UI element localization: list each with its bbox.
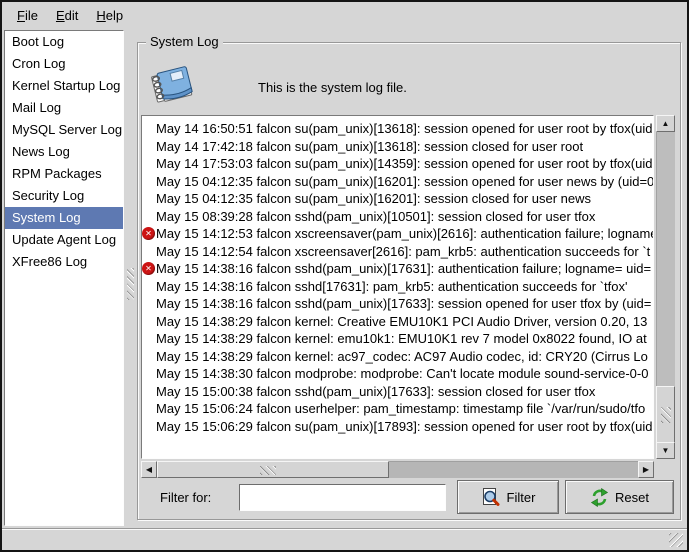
- resize-grip-icon[interactable]: [669, 533, 683, 547]
- sidebar-item-rpm-packages[interactable]: RPM Packages: [5, 163, 123, 185]
- sidebar-item-xfree86-log[interactable]: XFree86 Log: [5, 251, 123, 273]
- horizontal-scrollbar[interactable]: ◀ ▶: [141, 461, 654, 478]
- log-line: May 15 14:38:16 falcon sshd(pam_unix)[17…: [142, 295, 653, 313]
- log-line-text: May 15 15:06:29 falcon su(pam_unix)[1789…: [156, 419, 654, 434]
- filter-button-label: Filter: [507, 490, 536, 505]
- log-line-text: May 15 14:38:29 falcon kernel: Creative …: [156, 314, 647, 329]
- reset-button[interactable]: Reset: [565, 480, 674, 514]
- splitter-grip-icon: [127, 268, 134, 300]
- log-type-list[interactable]: Boot LogCron LogKernel Startup LogMail L…: [4, 30, 124, 526]
- log-line-text: May 15 14:12:53 falcon xscreensaver(pam_…: [156, 226, 654, 241]
- log-line-text: May 15 15:00:38 falcon sshd(pam_unix)[17…: [156, 384, 595, 399]
- magnifier-document-icon: [481, 487, 501, 507]
- sidebar-item-boot-log[interactable]: Boot Log: [5, 31, 123, 53]
- error-icon: ✕: [142, 227, 155, 240]
- log-line-text: May 14 16:50:51 falcon su(pam_unix)[1361…: [156, 121, 654, 136]
- reset-button-label: Reset: [615, 490, 649, 505]
- thumb-grip-icon: [661, 407, 671, 423]
- log-line: May 15 15:06:29 falcon su(pam_unix)[1789…: [142, 418, 653, 436]
- sidebar-item-system-log[interactable]: System Log: [5, 207, 123, 229]
- log-line-text: May 15 08:39:28 falcon sshd(pam_unix)[10…: [156, 209, 595, 224]
- log-line-text: May 15 14:38:29 falcon kernel: ac97_code…: [156, 349, 648, 364]
- log-line: May 14 17:42:18 falcon su(pam_unix)[1361…: [142, 138, 653, 156]
- menu-file[interactable]: File: [8, 5, 47, 26]
- log-viewer-window: File Edit Help Boot LogCron LogKernel St…: [0, 0, 689, 552]
- filter-label: Filter for:: [160, 490, 211, 505]
- log-line-text: May 14 17:53:03 falcon su(pam_unix)[1435…: [156, 156, 654, 171]
- vertical-scroll-thumb[interactable]: [656, 386, 675, 443]
- menu-edit[interactable]: Edit: [47, 5, 87, 26]
- sidebar-item-mysql-server-log[interactable]: MySQL Server Log: [5, 119, 123, 141]
- menubar: File Edit Help: [2, 2, 687, 29]
- sidebar-item-mail-log[interactable]: Mail Log: [5, 97, 123, 119]
- filter-button[interactable]: Filter: [457, 480, 559, 514]
- sidebar-item-update-agent-log[interactable]: Update Agent Log: [5, 229, 123, 251]
- green-refresh-arrows-icon: [590, 488, 609, 507]
- sidebar-item-news-log[interactable]: News Log: [5, 141, 123, 163]
- log-line: May 15 14:38:16 falcon sshd[17631]: pam_…: [142, 278, 653, 296]
- scroll-left-icon[interactable]: ◀: [141, 461, 157, 478]
- log-line: May 15 14:12:54 falcon xscreensaver[2616…: [142, 243, 653, 261]
- log-line: May 15 04:12:35 falcon su(pam_unix)[1620…: [142, 190, 653, 208]
- sidebar-item-kernel-startup-log[interactable]: Kernel Startup Log: [5, 75, 123, 97]
- scroll-up-icon[interactable]: ▲: [656, 115, 675, 132]
- log-line: May 15 14:38:29 falcon kernel: ac97_code…: [142, 348, 653, 366]
- log-line-text: May 15 14:38:16 falcon sshd[17631]: pam_…: [156, 279, 628, 294]
- notebook-icon: [148, 60, 198, 110]
- log-line: May 15 14:38:30 falcon modprobe: modprob…: [142, 365, 653, 383]
- log-line-text: May 15 14:12:54 falcon xscreensaver[2616…: [156, 244, 650, 259]
- log-line: May 15 15:06:24 falcon userhelper: pam_t…: [142, 400, 653, 418]
- log-line-text: May 15 14:38:30 falcon modprobe: modprob…: [156, 366, 648, 381]
- log-line: ✕May 15 14:38:16 falcon sshd(pam_unix)[1…: [142, 260, 653, 278]
- scroll-right-icon[interactable]: ▶: [638, 461, 654, 478]
- filter-input[interactable]: [239, 484, 446, 511]
- log-line: May 15 14:38:29 falcon kernel: Creative …: [142, 313, 653, 331]
- log-line: May 14 17:53:03 falcon su(pam_unix)[1435…: [142, 155, 653, 173]
- sidebar-item-security-log[interactable]: Security Log: [5, 185, 123, 207]
- log-line-text: May 15 04:12:35 falcon su(pam_unix)[1620…: [156, 191, 591, 206]
- log-viewport[interactable]: May 14 16:50:51 falcon su(pam_unix)[1361…: [141, 115, 654, 459]
- log-line-text: May 15 14:38:16 falcon sshd(pam_unix)[17…: [156, 296, 651, 311]
- scroll-down-icon[interactable]: ▼: [656, 442, 675, 459]
- log-line-text: May 14 17:42:18 falcon su(pam_unix)[1361…: [156, 139, 583, 154]
- thumb-grip-icon: [260, 466, 276, 475]
- log-line: May 15 04:12:35 falcon su(pam_unix)[1620…: [142, 173, 653, 191]
- frame-title: System Log: [146, 34, 223, 49]
- log-line-text: May 15 14:38:29 falcon kernel: emu10k1: …: [156, 331, 647, 346]
- error-icon: ✕: [142, 262, 155, 275]
- log-line: May 15 15:00:38 falcon sshd(pam_unix)[17…: [142, 383, 653, 401]
- status-bar: [2, 528, 687, 550]
- log-line: May 14 16:50:51 falcon su(pam_unix)[1361…: [142, 120, 653, 138]
- log-line-text: May 15 04:12:35 falcon su(pam_unix)[1620…: [156, 174, 654, 189]
- log-description: This is the system log file.: [258, 80, 407, 95]
- log-line-text: May 15 14:38:16 falcon sshd(pam_unix)[17…: [156, 261, 651, 276]
- log-line-text: May 15 15:06:24 falcon userhelper: pam_t…: [156, 401, 645, 416]
- log-line: May 15 14:38:29 falcon kernel: emu10k1: …: [142, 330, 653, 348]
- pane-splitter[interactable]: [125, 30, 137, 526]
- menu-help[interactable]: Help: [87, 5, 132, 26]
- log-line: May 15 08:39:28 falcon sshd(pam_unix)[10…: [142, 208, 653, 226]
- vertical-scrollbar[interactable]: ▲ ▼: [656, 115, 675, 459]
- log-line: ✕May 15 14:12:53 falcon xscreensaver(pam…: [142, 225, 653, 243]
- horizontal-scroll-thumb[interactable]: [157, 461, 389, 478]
- sidebar-item-cron-log[interactable]: Cron Log: [5, 53, 123, 75]
